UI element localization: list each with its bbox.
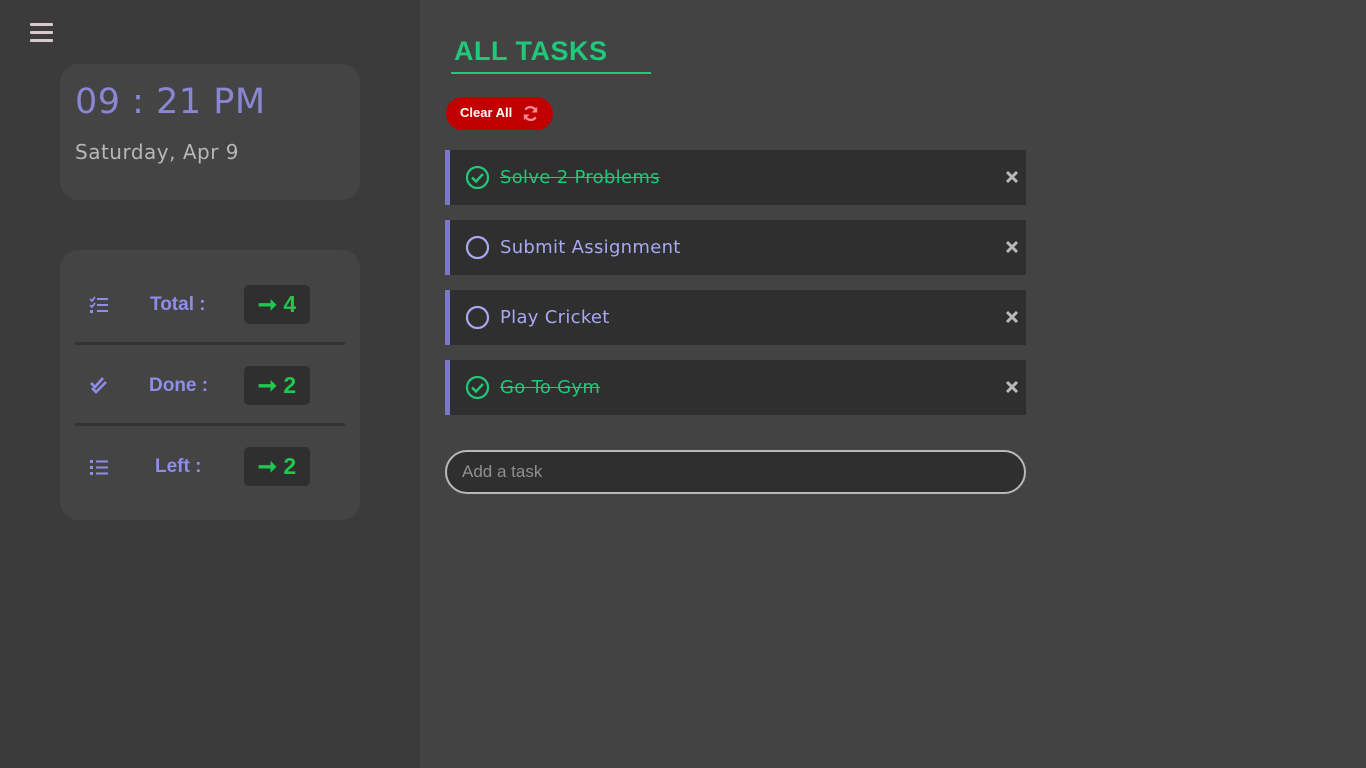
clock-date: Saturday, Apr 9 [75,140,240,164]
task-item: Go To Gym [445,360,1026,415]
clear-all-button[interactable]: Clear All [446,97,553,130]
task-text: Go To Gym [500,377,601,398]
stat-done-label: Done : [149,375,209,396]
stat-total: Total : ➞ 4 [75,264,345,345]
list-icon [90,460,108,475]
stat-total-value: ➞ 4 [244,285,310,324]
close-icon[interactable] [1005,380,1019,394]
stat-total-label: Total : [150,294,206,315]
title-underline [451,72,651,74]
check-circle-icon[interactable] [465,165,490,190]
empty-circle-icon[interactable] [465,235,490,260]
stats-card: Total : ➞ 4 Done : ➞ 2 Left : ➞ 2 [60,250,360,520]
stat-left-label: Left : [155,456,202,477]
clock-time: 09 : 21 PM [75,82,266,122]
task-text: Play Cricket [500,307,610,328]
close-icon[interactable] [1005,240,1019,254]
close-icon[interactable] [1005,310,1019,324]
task-item: Solve 2 Problems [445,150,1026,205]
refresh-icon [523,106,538,121]
stat-left: Left : ➞ 2 [75,426,345,507]
hamburger-menu-icon[interactable] [30,21,54,45]
check-circle-icon[interactable] [465,375,490,400]
sidebar: 09 : 21 PM Saturday, Apr 9 Total : ➞ 4 D… [0,0,420,768]
task-text: Solve 2 Problems [500,167,660,188]
stat-left-value: ➞ 2 [244,447,310,486]
task-item: Submit Assignment [445,220,1026,275]
tasks-checklist-icon [89,296,108,313]
page-title: ALL TASKS [454,36,608,66]
stat-done-value: ➞ 2 [244,366,310,405]
add-task-input[interactable] [445,450,1026,494]
double-check-icon [90,377,107,394]
close-icon[interactable] [1005,170,1019,184]
clock-card: 09 : 21 PM Saturday, Apr 9 [60,64,360,200]
empty-circle-icon[interactable] [465,305,490,330]
task-text: Submit Assignment [500,237,681,258]
stat-done: Done : ➞ 2 [75,345,345,426]
task-item: Play Cricket [445,290,1026,345]
clear-all-label: Clear All [460,105,513,120]
